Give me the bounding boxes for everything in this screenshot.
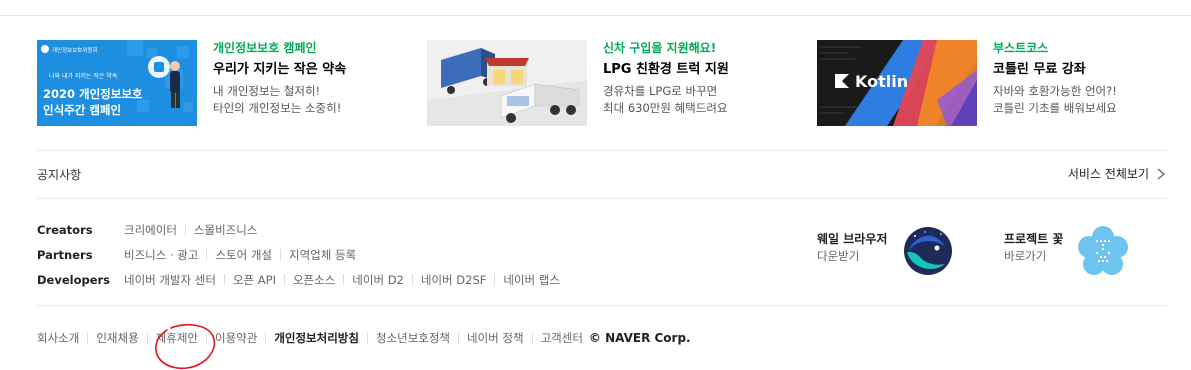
footer-youth-policy[interactable]: 청소년보호정책 [376,330,450,346]
links-row-label: Developers [37,272,111,287]
footer-separator [366,332,368,344]
links-row-label: Partners [37,247,93,262]
link-separator [223,274,225,285]
footer-separator [146,332,148,344]
promo-privacy-text[interactable]: 개인정보보호 캠페인 우리가 지키는 작은 약속 내 개인정보는 철저히! 타인… [213,40,413,117]
promo-description: 자바와 호환가능한 언어?! 코틀린 기초를 배워보세요 [993,83,1191,117]
app-title: 프로젝트 꽃 [1004,232,1064,246]
lpg-truck-illustration [427,40,587,126]
promo-desc-line: 내 개인정보는 철저히! [213,84,321,98]
naver-footer-page: 개인정보보호위원회 나와 내가 지키는 작은 약속 2020 개인정보보호 인식… [0,0,1191,370]
app-title: 웨일 브라우저 [817,232,888,246]
all-services-link[interactable]: 서비스 전체보기 [1068,165,1167,182]
promo-desc-line: 경유차를 LPG로 바꾸면 [603,84,718,98]
promo-desc-line: 최대 630만원 혜택드려요 [603,101,728,115]
link-open-source[interactable]: 오픈소스 [293,272,335,288]
link-separator [494,274,496,285]
kotlin-logo-text: Kotlin [855,72,908,91]
promo-kicker: 개인정보보호 캠페인 [213,41,317,55]
section-divider [37,305,1167,306]
top-divider [0,15,1191,16]
link-creator[interactable]: 크리에이터 [124,222,177,238]
partner-links: Creators 크리에이터 스몰비즈니스 Partners 비즈니스 · 광고… [37,217,560,292]
link-business-ads[interactable]: 비즈니스 · 광고 [124,247,198,263]
promo-privacy-thumbnail[interactable]: 개인정보보호위원회 나와 내가 지키는 작은 약속 2020 개인정보보호 인식… [37,40,197,126]
notice-label[interactable]: 공지사항 [37,166,81,183]
link-open-api[interactable]: 오픈 API [233,272,276,288]
privacy-headline-2: 인식주간 캠페인 [43,103,121,117]
promo-kicker: 신차 구입을 지원해요! [603,41,717,55]
footer-terms[interactable]: 이용약관 [215,330,257,346]
footer-recruit[interactable]: 인재채용 [96,330,138,346]
link-separator [411,274,413,285]
copyright: © NAVER Corp. [588,331,691,345]
link-naver-d2sf[interactable]: 네이버 D2SF [421,272,486,288]
privacy-org-name: 개인정보보호위원회 [52,46,98,54]
link-small-business[interactable]: 스몰비즈니스 [194,222,257,238]
footer-separator [531,332,533,344]
footer-links: 회사소개 인재채용 제휴제안 이용약관 개인정보처리방침 청소년보호정책 네이버… [37,330,691,346]
footer-customer-center[interactable]: 고객센터 [541,330,583,346]
link-store-open[interactable]: 스토어 개설 [215,247,272,263]
promo-lpg-thumbnail[interactable] [427,40,587,126]
promo-title: 코틀린 무료 강좌 [993,62,1086,77]
link-separator [206,249,208,260]
link-separator [184,224,186,235]
footer-partnership[interactable]: 제휴제안 [156,330,198,346]
promo-lpg-text[interactable]: 신차 구입을 지원해요! LPG 친환경 트럭 지원 경유차를 LPG로 바꾸면… [603,40,803,117]
app-project-kkot[interactable]: 프로젝트 꽃 바로가기 [1004,226,1134,276]
app-whale-browser[interactable]: 웨일 브라우저 다운받기 [817,226,957,276]
privacy-campaign-banner-image: 개인정보보호위원회 나와 내가 지키는 작은 약속 2020 개인정보보호 인식… [37,40,197,126]
promo-kotlin-text[interactable]: 부스트코스 코틀린 무료 강좌 자바와 호환가능한 언어?! 코틀린 기초를 배… [993,40,1191,117]
footer-company-intro[interactable]: 회사소개 [37,330,79,346]
link-naver-d2[interactable]: 네이버 D2 [352,272,404,288]
section-divider [37,198,1167,199]
app-subtitle: 다운받기 [817,249,860,263]
promo-description: 경유차를 LPG로 바꾸면 최대 630만원 혜택드려요 [603,83,803,117]
link-naver-labs[interactable]: 네이버 랩스 [503,272,560,288]
promo-desc-line: 코틀린 기초를 배워보세요 [993,101,1117,115]
section-divider [37,150,1167,151]
links-row-label: Creators [37,222,93,237]
whale-browser-icon [904,227,952,275]
links-row-partners: Partners 비즈니스 · 광고 스토어 개설 지역업체 등록 [37,242,560,267]
promo-desc-line: 타인의 개인정보는 소중히! [213,101,342,115]
privacy-tagline: 나와 내가 지키는 작은 약속 [49,72,118,80]
link-local-business[interactable]: 지역업체 등록 [289,247,356,263]
footer-separator [205,332,207,344]
footer-separator [458,332,460,344]
links-row-creators: Creators 크리에이터 스몰비즈니스 [37,217,560,242]
promo-title: 우리가 지키는 작은 약속 [213,62,347,77]
link-separator [280,249,282,260]
all-services-label: 서비스 전체보기 [1067,167,1149,181]
chevron-right-icon [1157,167,1166,180]
promo-kotlin-thumbnail[interactable]: Kotlin [817,40,977,126]
footer-naver-policy[interactable]: 네이버 정책 [467,330,524,346]
promo-description: 내 개인정보는 철저히! 타인의 개인정보는 소중히! [213,83,413,117]
promo-desc-line: 자바와 호환가능한 언어?! [993,84,1117,98]
kotlin-banner-image: Kotlin [817,40,977,126]
privacy-headline-1: 2020 개인정보보호 [43,87,143,101]
flower-icon [1078,226,1128,275]
link-developer-center[interactable]: 네이버 개발자 센터 [124,272,216,288]
footer-separator [87,332,89,344]
link-separator [343,274,345,285]
promo-title: LPG 친환경 트럭 지원 [603,62,729,77]
link-separator [283,274,285,285]
footer-privacy-policy[interactable]: 개인정보처리방침 [274,330,359,346]
footer-separator [265,332,267,344]
app-subtitle: 바로가기 [1004,249,1047,263]
promo-kicker: 부스트코스 [993,41,1049,55]
links-row-developers: Developers 네이버 개발자 센터 오픈 API 오픈소스 네이버 D2… [37,267,560,292]
